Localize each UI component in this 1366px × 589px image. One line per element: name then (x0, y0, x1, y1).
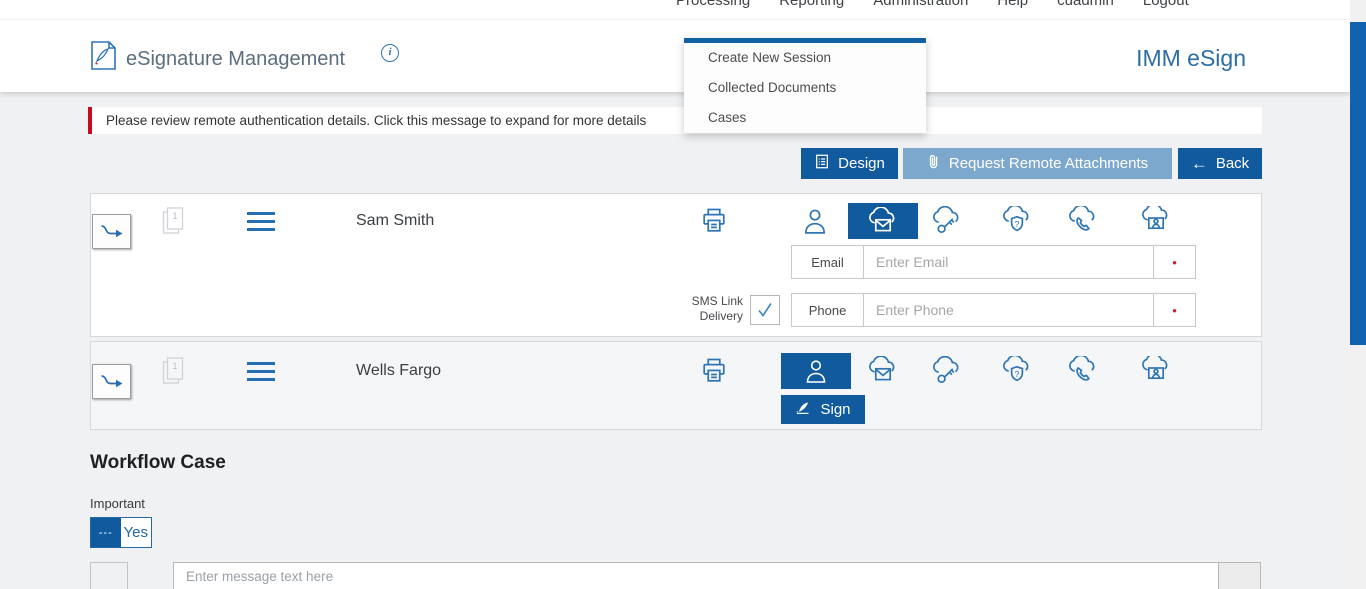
design-document-icon (814, 153, 830, 174)
signer-row-wells-fargo: 1 Wells Fargo (90, 341, 1262, 430)
svg-text:1: 1 (172, 361, 177, 371)
access-code-auth-icon[interactable] (932, 356, 962, 386)
top-navigation: Processing Reporting Administration Help… (676, 0, 1189, 9)
email-required-marker: • (1153, 245, 1196, 279)
security-question-auth-icon[interactable]: ? (1002, 356, 1032, 386)
phone-input[interactable] (864, 293, 1154, 327)
paperclip-icon (927, 152, 941, 175)
message-row-trailing-box[interactable] (1218, 562, 1261, 589)
email-field-group: Email • (791, 245, 1196, 279)
video-verify-auth-icon[interactable] (1141, 356, 1171, 386)
phone-field-group: Phone • (791, 293, 1196, 327)
info-icon[interactable]: i (381, 44, 399, 62)
video-verify-auth-icon[interactable] (1141, 206, 1171, 236)
important-toggle: --- Yes (90, 517, 152, 548)
top-band: Processing Reporting Administration Help… (0, 0, 1350, 92)
request-remote-attachments-button[interactable]: Request Remote Attachments (903, 148, 1172, 179)
menu-item-create-new-session[interactable]: Create New Session (684, 43, 926, 73)
nav-divider (0, 19, 1350, 20)
menu-item-collected-documents[interactable]: Collected Documents (684, 73, 926, 103)
phone-required-marker: • (1153, 293, 1196, 327)
signing-order-flow-button[interactable] (92, 364, 131, 399)
in-person-sign-icon[interactable] (801, 206, 831, 236)
quill-pen-icon (795, 400, 813, 419)
page-title: eSignature Management (126, 48, 345, 71)
esignature-document-pen-icon (90, 40, 117, 76)
sign-button-label: Sign (820, 401, 850, 418)
drag-handle-icon[interactable] (247, 212, 275, 231)
phone-field-label: Phone (791, 293, 864, 327)
svg-text:1: 1 (172, 211, 177, 221)
important-toggle-off-segment[interactable]: --- (91, 518, 121, 547)
signer-row-sam-smith: 1 Sam Smith (90, 193, 1262, 337)
nav-item-processing[interactable]: Processing (676, 0, 750, 9)
sms-link-delivery-label: SMS Link Delivery (683, 294, 743, 324)
email-field-label: Email (791, 245, 864, 279)
document-count-icon: 1 (159, 355, 187, 393)
nav-item-reporting[interactable]: Reporting (779, 0, 844, 9)
message-text-input[interactable] (173, 562, 1219, 589)
back-button-label: Back (1216, 155, 1249, 172)
nav-item-help[interactable]: Help (997, 0, 1028, 9)
phone-auth-icon[interactable] (1068, 356, 1098, 386)
print-icon[interactable] (699, 205, 729, 235)
signer-name: Wells Fargo (356, 362, 441, 380)
brand-logo-text: IMM eSign (1136, 45, 1246, 72)
sign-button[interactable]: Sign (781, 395, 865, 424)
email-input[interactable] (864, 245, 1154, 279)
processing-dropdown-menu: Create New Session Collected Documents C… (684, 38, 926, 133)
important-toggle-on-segment[interactable]: Yes (121, 518, 151, 547)
phone-auth-icon[interactable] (1068, 206, 1098, 236)
sms-link-delivery-checkbox[interactable] (750, 295, 780, 325)
workflow-case-heading: Workflow Case (90, 452, 226, 474)
svg-text:?: ? (1015, 219, 1020, 229)
scrollbar-thumb[interactable] (1350, 22, 1366, 345)
remote-auth-alert-banner[interactable]: Please review remote authentication deta… (88, 107, 1262, 134)
signer-name: Sam Smith (356, 212, 434, 230)
signing-order-flow-button[interactable] (92, 214, 131, 249)
svg-text:?: ? (1015, 369, 1020, 379)
back-arrow-icon: ← (1191, 154, 1208, 174)
design-button[interactable]: Design (801, 148, 898, 179)
nav-item-logout[interactable]: Logout (1143, 0, 1189, 9)
important-label: Important (90, 496, 145, 511)
print-icon[interactable] (699, 355, 729, 385)
security-question-auth-icon[interactable]: ? (1002, 206, 1032, 236)
menu-item-cases[interactable]: Cases (684, 103, 926, 133)
nav-item-username[interactable]: cuadmin (1057, 0, 1114, 9)
message-row-leading-box (90, 562, 128, 589)
email-auth-icon-selected[interactable] (848, 203, 918, 239)
nav-item-administration[interactable]: Administration (873, 0, 968, 9)
request-remote-attachments-label: Request Remote Attachments (949, 155, 1148, 172)
back-button[interactable]: ← Back (1178, 148, 1262, 179)
document-count-icon: 1 (159, 205, 187, 243)
drag-handle-icon[interactable] (247, 362, 275, 381)
access-code-auth-icon[interactable] (932, 206, 962, 236)
esign-app-window: Processing Reporting Administration Help… (0, 0, 1366, 589)
in-person-sign-icon-selected[interactable] (781, 353, 851, 389)
email-auth-icon[interactable] (868, 356, 898, 386)
design-button-label: Design (838, 155, 885, 172)
